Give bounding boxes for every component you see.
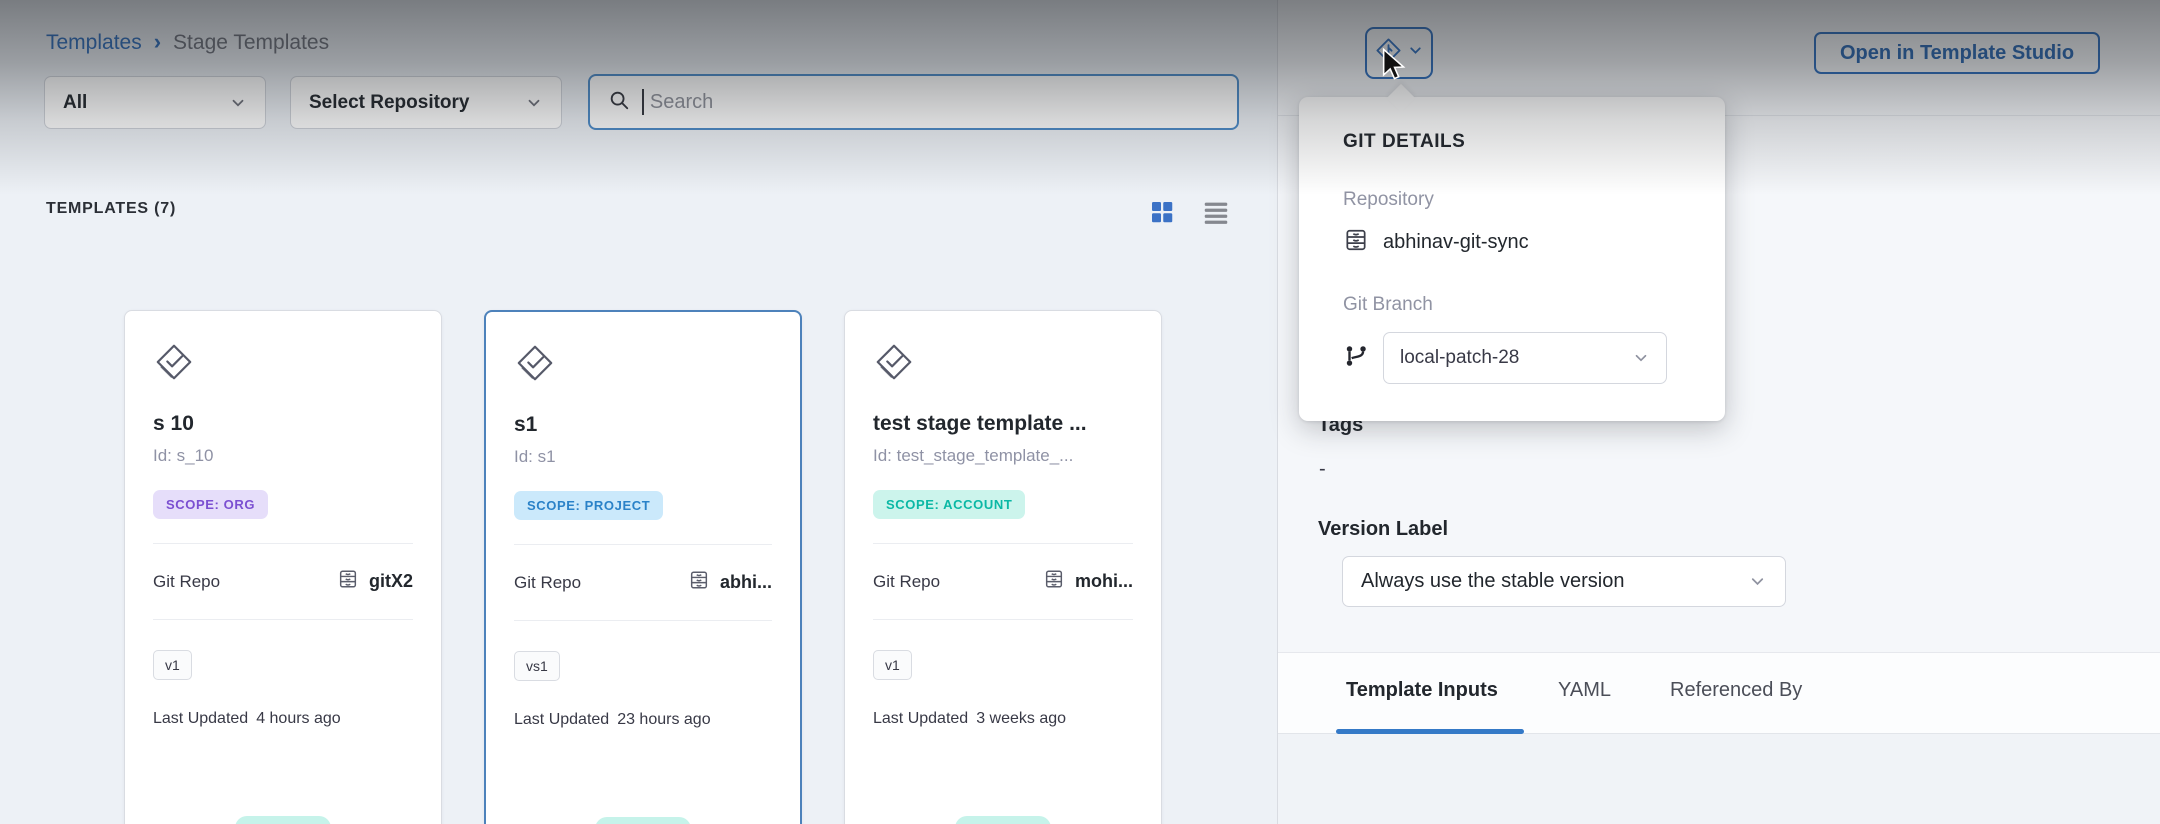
last-updated-value: 3 weeks ago (976, 710, 1066, 728)
chevron-down-icon (1748, 572, 1767, 591)
git-branch-select[interactable]: local-patch-28 (1383, 332, 1667, 384)
details-tab-bar: Template Inputs YAML Referenced By (1278, 652, 2160, 734)
repository-label: Repository (1343, 189, 1689, 211)
git-branch-label: Git Branch (1343, 294, 1689, 316)
stable-badge (595, 817, 691, 824)
tab-template-inputs[interactable]: Template Inputs (1346, 679, 1498, 702)
scope-badge: SCOPE: PROJECT (514, 491, 663, 520)
templates-list-panel: Templates › Stage Templates All Select R… (0, 0, 1277, 824)
git-repo-label: Git Repo (873, 572, 940, 592)
text-cursor (642, 89, 644, 115)
repository-select-value: Select Repository (309, 92, 470, 114)
tab-yaml[interactable]: YAML (1558, 679, 1611, 702)
search-input-container (588, 74, 1239, 130)
repository-icon (1343, 227, 1369, 258)
repository-icon (1043, 568, 1065, 595)
templates-count-heading: TEMPLATES (7) (46, 200, 176, 218)
repository-select[interactable]: Select Repository (290, 76, 562, 129)
stage-template-icon (514, 342, 772, 389)
version-chip: vs1 (514, 651, 560, 681)
git-repo-label: Git Repo (514, 573, 581, 593)
git-details-button[interactable] (1365, 27, 1433, 79)
chevron-down-icon (1632, 349, 1650, 367)
git-repo-label: Git Repo (153, 572, 220, 592)
stage-template-icon (873, 341, 1133, 388)
breadcrumb-current-page: Stage Templates (173, 31, 329, 55)
template-type-select-value: All (63, 92, 87, 114)
chevron-down-icon (1407, 42, 1424, 64)
template-card[interactable]: s1 Id: s1 SCOPE: PROJECT Git Repo abhi..… (484, 310, 802, 824)
last-updated-label: Last Updated (873, 710, 968, 728)
git-repo-name: abhi... (720, 572, 772, 593)
last-updated-value: 23 hours ago (617, 711, 710, 729)
stable-badge (235, 816, 331, 824)
chevron-down-icon (525, 94, 543, 112)
template-type-select[interactable]: All (44, 76, 266, 129)
git-repo-diamond-icon (1375, 37, 1402, 69)
scope-badge: SCOPE: ORG (153, 490, 268, 519)
chevron-down-icon (229, 94, 247, 112)
git-repo-name: mohi... (1075, 571, 1133, 592)
template-name: s 10 (153, 412, 413, 436)
list-view-icon[interactable] (1200, 196, 1232, 228)
template-details-panel: Open in Template Studio GIT DETAILS Repo… (1277, 0, 2160, 824)
search-input[interactable] (650, 91, 1219, 114)
last-updated-label: Last Updated (153, 710, 248, 728)
repository-icon (337, 568, 359, 595)
version-chip: v1 (153, 650, 192, 680)
tags-value: - (1319, 458, 1326, 481)
template-id: Id: s_10 (153, 446, 413, 466)
breadcrumb: Templates › Stage Templates (46, 30, 329, 56)
git-details-popover: GIT DETAILS Repository abhinav-git-sync … (1299, 97, 1725, 421)
version-label-select[interactable]: Always use the stable version (1342, 556, 1786, 607)
template-id: Id: s1 (514, 447, 772, 467)
open-in-template-studio-button[interactable]: Open in Template Studio (1814, 32, 2100, 74)
template-name: test stage template ... (873, 412, 1133, 436)
view-toggle-group (1146, 196, 1232, 228)
breadcrumb-chevron-icon: › (154, 29, 161, 55)
stage-template-icon (153, 341, 413, 388)
stable-badge (955, 816, 1051, 824)
git-details-title: GIT DETAILS (1343, 131, 1689, 153)
last-updated-label: Last Updated (514, 711, 609, 729)
grid-view-icon[interactable] (1146, 196, 1178, 228)
git-repo-name: gitX2 (369, 571, 413, 592)
repository-name: abhinav-git-sync (1383, 231, 1529, 254)
last-updated-value: 4 hours ago (256, 710, 341, 728)
template-card[interactable]: test stage template ... Id: test_stage_t… (844, 310, 1162, 824)
version-chip: v1 (873, 650, 912, 680)
scope-badge: SCOPE: ACCOUNT (873, 490, 1025, 519)
template-id: Id: test_stage_template_... (873, 446, 1133, 466)
tab-content-area (1278, 734, 2160, 824)
version-label-heading: Version Label (1318, 518, 1448, 541)
template-name: s1 (514, 413, 772, 437)
git-branch-select-value: local-patch-28 (1400, 347, 1519, 369)
breadcrumb-templates-link[interactable]: Templates (46, 31, 142, 55)
repository-icon (688, 569, 710, 596)
template-card[interactable]: s 10 Id: s_10 SCOPE: ORG Git Repo gitX2 … (124, 310, 442, 824)
version-label-select-value: Always use the stable version (1361, 570, 1624, 593)
tab-referenced-by[interactable]: Referenced By (1670, 679, 1802, 702)
search-icon (608, 89, 630, 116)
git-branch-icon (1343, 343, 1369, 374)
